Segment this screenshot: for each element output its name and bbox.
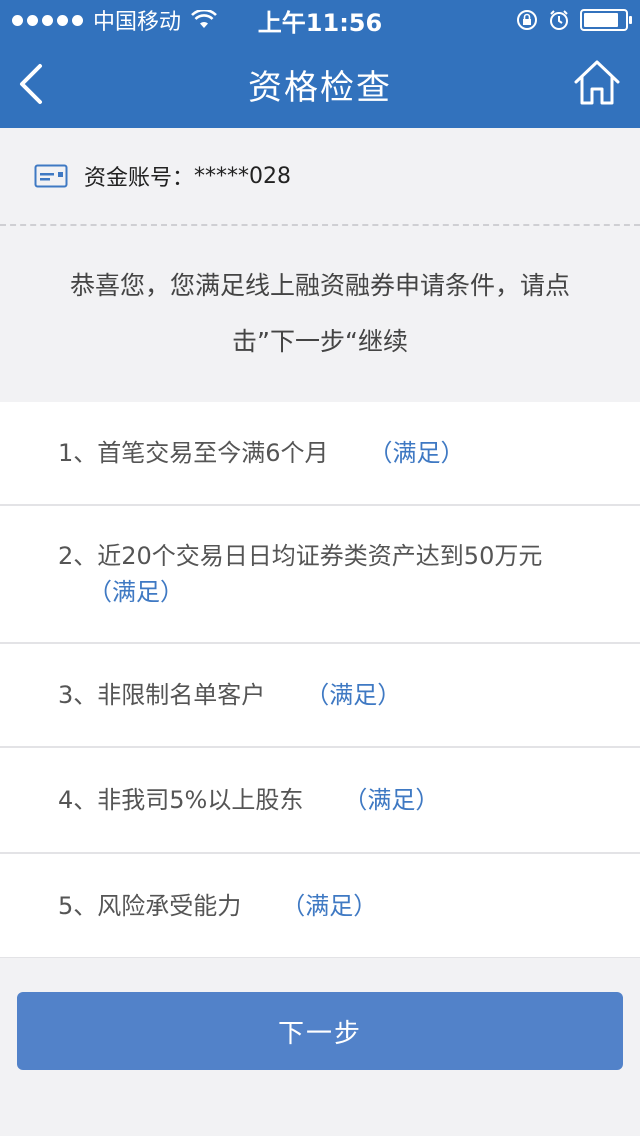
condition-status: （满足） xyxy=(368,439,465,467)
conditions-list: 1、首笔交易至今满6个月 （满足） 2、近20个交易日日均证券类资产达到50万元… xyxy=(0,402,640,958)
condition-text: 3、非限制名单客户 xyxy=(58,681,266,709)
account-number: *****028 xyxy=(194,163,292,189)
condition-item: 2、近20个交易日日均证券类资产达到50万元 （满足） xyxy=(0,506,640,644)
account-label: 资金账号： xyxy=(84,166,195,191)
condition-item: 3、非限制名单客户 （满足） xyxy=(0,644,640,748)
eligibility-message: 恭喜您，您满足线上融资融券申请条件，请点击”下一步“继续 xyxy=(69,271,570,356)
account-row: 资金账号： *****028 xyxy=(0,128,640,226)
condition-item: 4、非我司5%以上股东 （满足） xyxy=(0,748,640,854)
status-time: 上午11:56 xyxy=(257,8,383,37)
nav-bar: 资格检查 xyxy=(0,40,640,128)
condition-text: 1、首笔交易至今满6个月 xyxy=(58,439,329,467)
condition-item: 5、风险承受能力 （满足） xyxy=(0,854,640,958)
home-icon[interactable] xyxy=(572,58,622,108)
condition-status: （满足） xyxy=(281,891,378,920)
condition-text: 4、非我司5%以上股东 xyxy=(58,786,304,814)
condition-status: （满足） xyxy=(88,578,184,606)
condition-item: 1、首笔交易至今满6个月 （满足） xyxy=(0,402,640,506)
condition-status: （满足） xyxy=(343,786,440,814)
status-bar: 中国移动 上午11:56 xyxy=(0,0,640,40)
back-arrow-icon[interactable] xyxy=(14,62,54,106)
battery-icon xyxy=(580,9,632,31)
card-icon xyxy=(34,164,68,188)
condition-text: 2、近20个交易日日均证券类资产达到50万元 xyxy=(58,542,543,570)
next-step-button[interactable]: 下一步 xyxy=(17,992,623,1070)
page-title: 资格检查 xyxy=(248,67,392,108)
condition-text: 5、风险承受能力 xyxy=(58,891,242,920)
condition-status: （满足） xyxy=(305,681,402,709)
